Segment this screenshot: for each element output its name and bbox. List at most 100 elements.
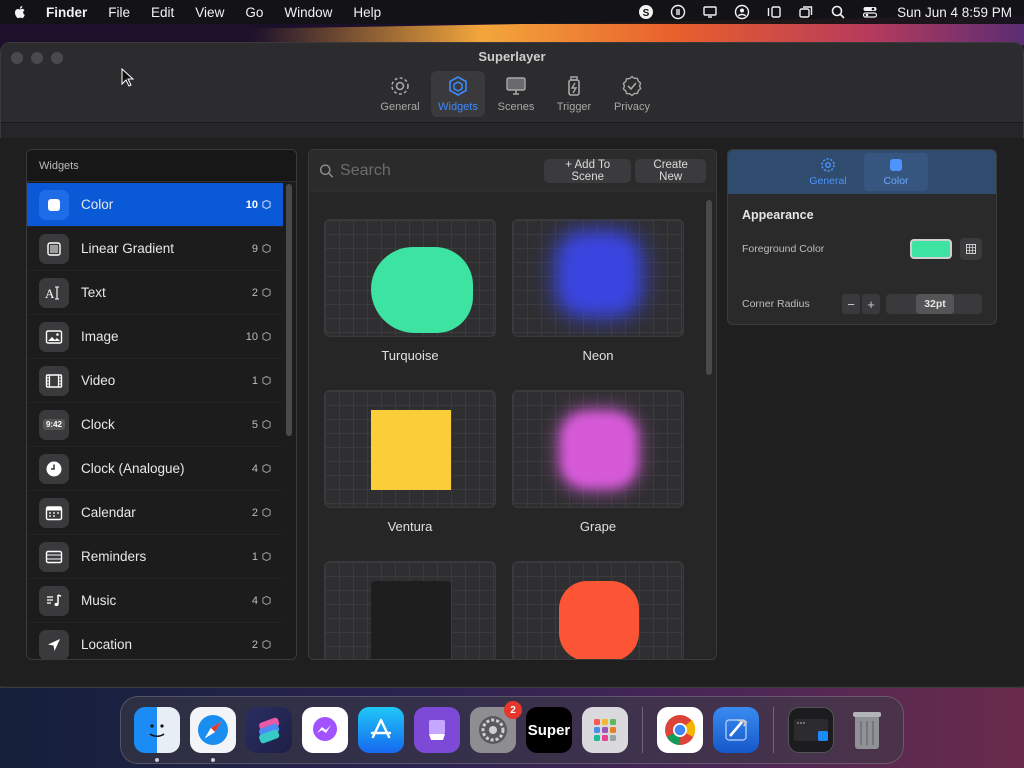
stage-manager-icon[interactable] [765, 4, 783, 20]
dock-messenger-icon[interactable] [302, 707, 348, 753]
foreground-color-label: Foreground Color [742, 243, 825, 255]
sidebar-item-color[interactable]: Color 10 [27, 183, 283, 227]
music-icon [39, 585, 69, 616]
color-palette-button[interactable] [960, 238, 982, 260]
dock-xcode-icon[interactable] [713, 707, 759, 753]
running-indicator [211, 758, 215, 762]
widget-tile-ventura[interactable] [324, 390, 496, 508]
gallery-scrollbar[interactable] [706, 200, 712, 375]
dock-launchpad-icon[interactable] [582, 707, 628, 753]
cube-icon [262, 596, 271, 605]
dock-trash-icon[interactable] [844, 707, 890, 753]
widget-tile-label: Turquoise [381, 348, 439, 363]
create-new-button[interactable]: Create New [635, 158, 706, 183]
shazam-icon[interactable] [669, 4, 687, 20]
sidebar-item-music[interactable]: Music 4 [27, 579, 283, 623]
menu-file[interactable]: File [108, 5, 130, 20]
menu-window[interactable]: Window [284, 5, 332, 20]
sidebar-item-reminders[interactable]: Reminders 1 [27, 535, 283, 579]
sidebar-item-label: Location [81, 637, 133, 652]
spotlight-search-icon[interactable] [829, 4, 847, 20]
menu-edit[interactable]: Edit [151, 5, 174, 20]
menu-help[interactable]: Help [353, 5, 381, 20]
tab-widgets[interactable]: Widgets [431, 71, 485, 117]
widget-tile-grape[interactable] [512, 390, 684, 508]
tab-privacy[interactable]: Privacy [605, 71, 659, 117]
tab-scenes[interactable]: Scenes [489, 71, 543, 117]
mouse-cursor-icon [121, 68, 135, 87]
menu-go[interactable]: Go [245, 5, 263, 20]
menu-bar: Finder File Edit View Go Window Help S S… [0, 0, 1024, 24]
menu-view[interactable]: View [195, 5, 224, 20]
control-center-icon[interactable] [861, 4, 879, 20]
trigger-icon [568, 76, 580, 96]
skype-icon[interactable]: S [637, 4, 655, 20]
cube-icon [262, 244, 271, 253]
widget-count: 9 [252, 243, 271, 255]
dock-shortcuts-icon[interactable] [246, 707, 292, 753]
windows-icon[interactable] [797, 4, 815, 20]
menu-app-name[interactable]: Finder [46, 5, 87, 20]
dock-archive-icon[interactable] [414, 707, 460, 753]
increase-radius-button[interactable]: + [862, 294, 880, 314]
inspector-tab-color-label: Color [883, 175, 909, 187]
sidebar-item-clock[interactable]: 9:42 Clock 5 [27, 403, 283, 447]
image-icon [39, 321, 69, 352]
sidebar-item-label: Linear Gradient [81, 241, 175, 256]
gradient-icon [39, 233, 69, 264]
sidebar-header: Widgets [27, 150, 296, 182]
search-input[interactable] [340, 161, 511, 180]
decrease-radius-button[interactable]: − [842, 294, 860, 314]
dock-superlayer-icon[interactable]: Super [526, 707, 572, 753]
cube-icon [262, 552, 271, 561]
sidebar-item-location[interactable]: Location 2 [27, 623, 283, 659]
display-icon[interactable] [701, 4, 719, 20]
tab-trigger[interactable]: Trigger [547, 71, 601, 117]
widget-count: 1 [252, 551, 271, 563]
widget-count: 2 [252, 639, 271, 651]
dock-separator [773, 707, 774, 753]
user-icon[interactable] [733, 4, 751, 20]
widget-count-value: 1 [251, 550, 258, 563]
film-icon [39, 365, 69, 396]
sidebar-item-linear-gradient[interactable]: Linear Gradient 9 [27, 227, 283, 271]
sidebar-item-calendar[interactable]: Calendar 2 [27, 491, 283, 535]
sidebar-item-text[interactable]: A Text 2 [27, 271, 283, 315]
sidebar-item-label: Clock (Analogue) [81, 461, 185, 476]
widget-count: 2 [252, 507, 271, 519]
dock-finder-icon[interactable] [134, 707, 180, 762]
widget-count: 1 [252, 375, 271, 387]
text-icon: A [39, 277, 69, 308]
monitor-icon [506, 77, 526, 95]
corner-radius-stepper: − + [842, 294, 880, 314]
sidebar-item-image[interactable]: Image 10 [27, 315, 283, 359]
widget-tile-dark[interactable] [324, 561, 496, 659]
dock-window-preview-icon[interactable] [788, 707, 834, 753]
inspector-tab-general[interactable]: General [796, 153, 860, 191]
dock-system-settings-icon[interactable]: 2 [470, 701, 522, 753]
inspector-tab-color[interactable]: Color [864, 153, 928, 191]
apple-logo-icon[interactable] [12, 4, 28, 20]
widget-tile-turquoise[interactable] [324, 219, 496, 337]
dock-app-store-icon[interactable] [358, 707, 404, 753]
add-to-scene-button[interactable]: + Add To Scene [544, 158, 632, 183]
sidebar-scrollbar[interactable] [286, 184, 292, 436]
sidebar-item-video[interactable]: Video 1 [27, 359, 283, 403]
menu-clock[interactable]: Sun Jun 4 8:59 PM [897, 5, 1012, 20]
widget-count: 4 [252, 595, 271, 607]
dock-chrome-icon[interactable] [657, 707, 703, 753]
ventura-swatch [371, 410, 451, 490]
check-badge-icon [622, 75, 642, 97]
sidebar-item-clock-analogue[interactable]: Clock (Analogue) 4 [27, 447, 283, 491]
widget-tile-neon[interactable] [512, 219, 684, 337]
tab-general[interactable]: General [373, 71, 427, 117]
sidebar-item-label: Color [81, 197, 114, 212]
foreground-color-well[interactable] [910, 239, 952, 259]
corner-radius-slider[interactable]: 32pt [886, 294, 982, 314]
dock-safari-icon[interactable] [190, 707, 236, 762]
location-arrow-icon [39, 629, 69, 659]
gallery-toolbar: + Add To Scene Create New [309, 150, 716, 192]
svg-text:A: A [45, 286, 55, 301]
widget-tile-red[interactable] [512, 561, 684, 659]
corner-radius-row: Corner Radius − + 32pt [742, 291, 982, 317]
